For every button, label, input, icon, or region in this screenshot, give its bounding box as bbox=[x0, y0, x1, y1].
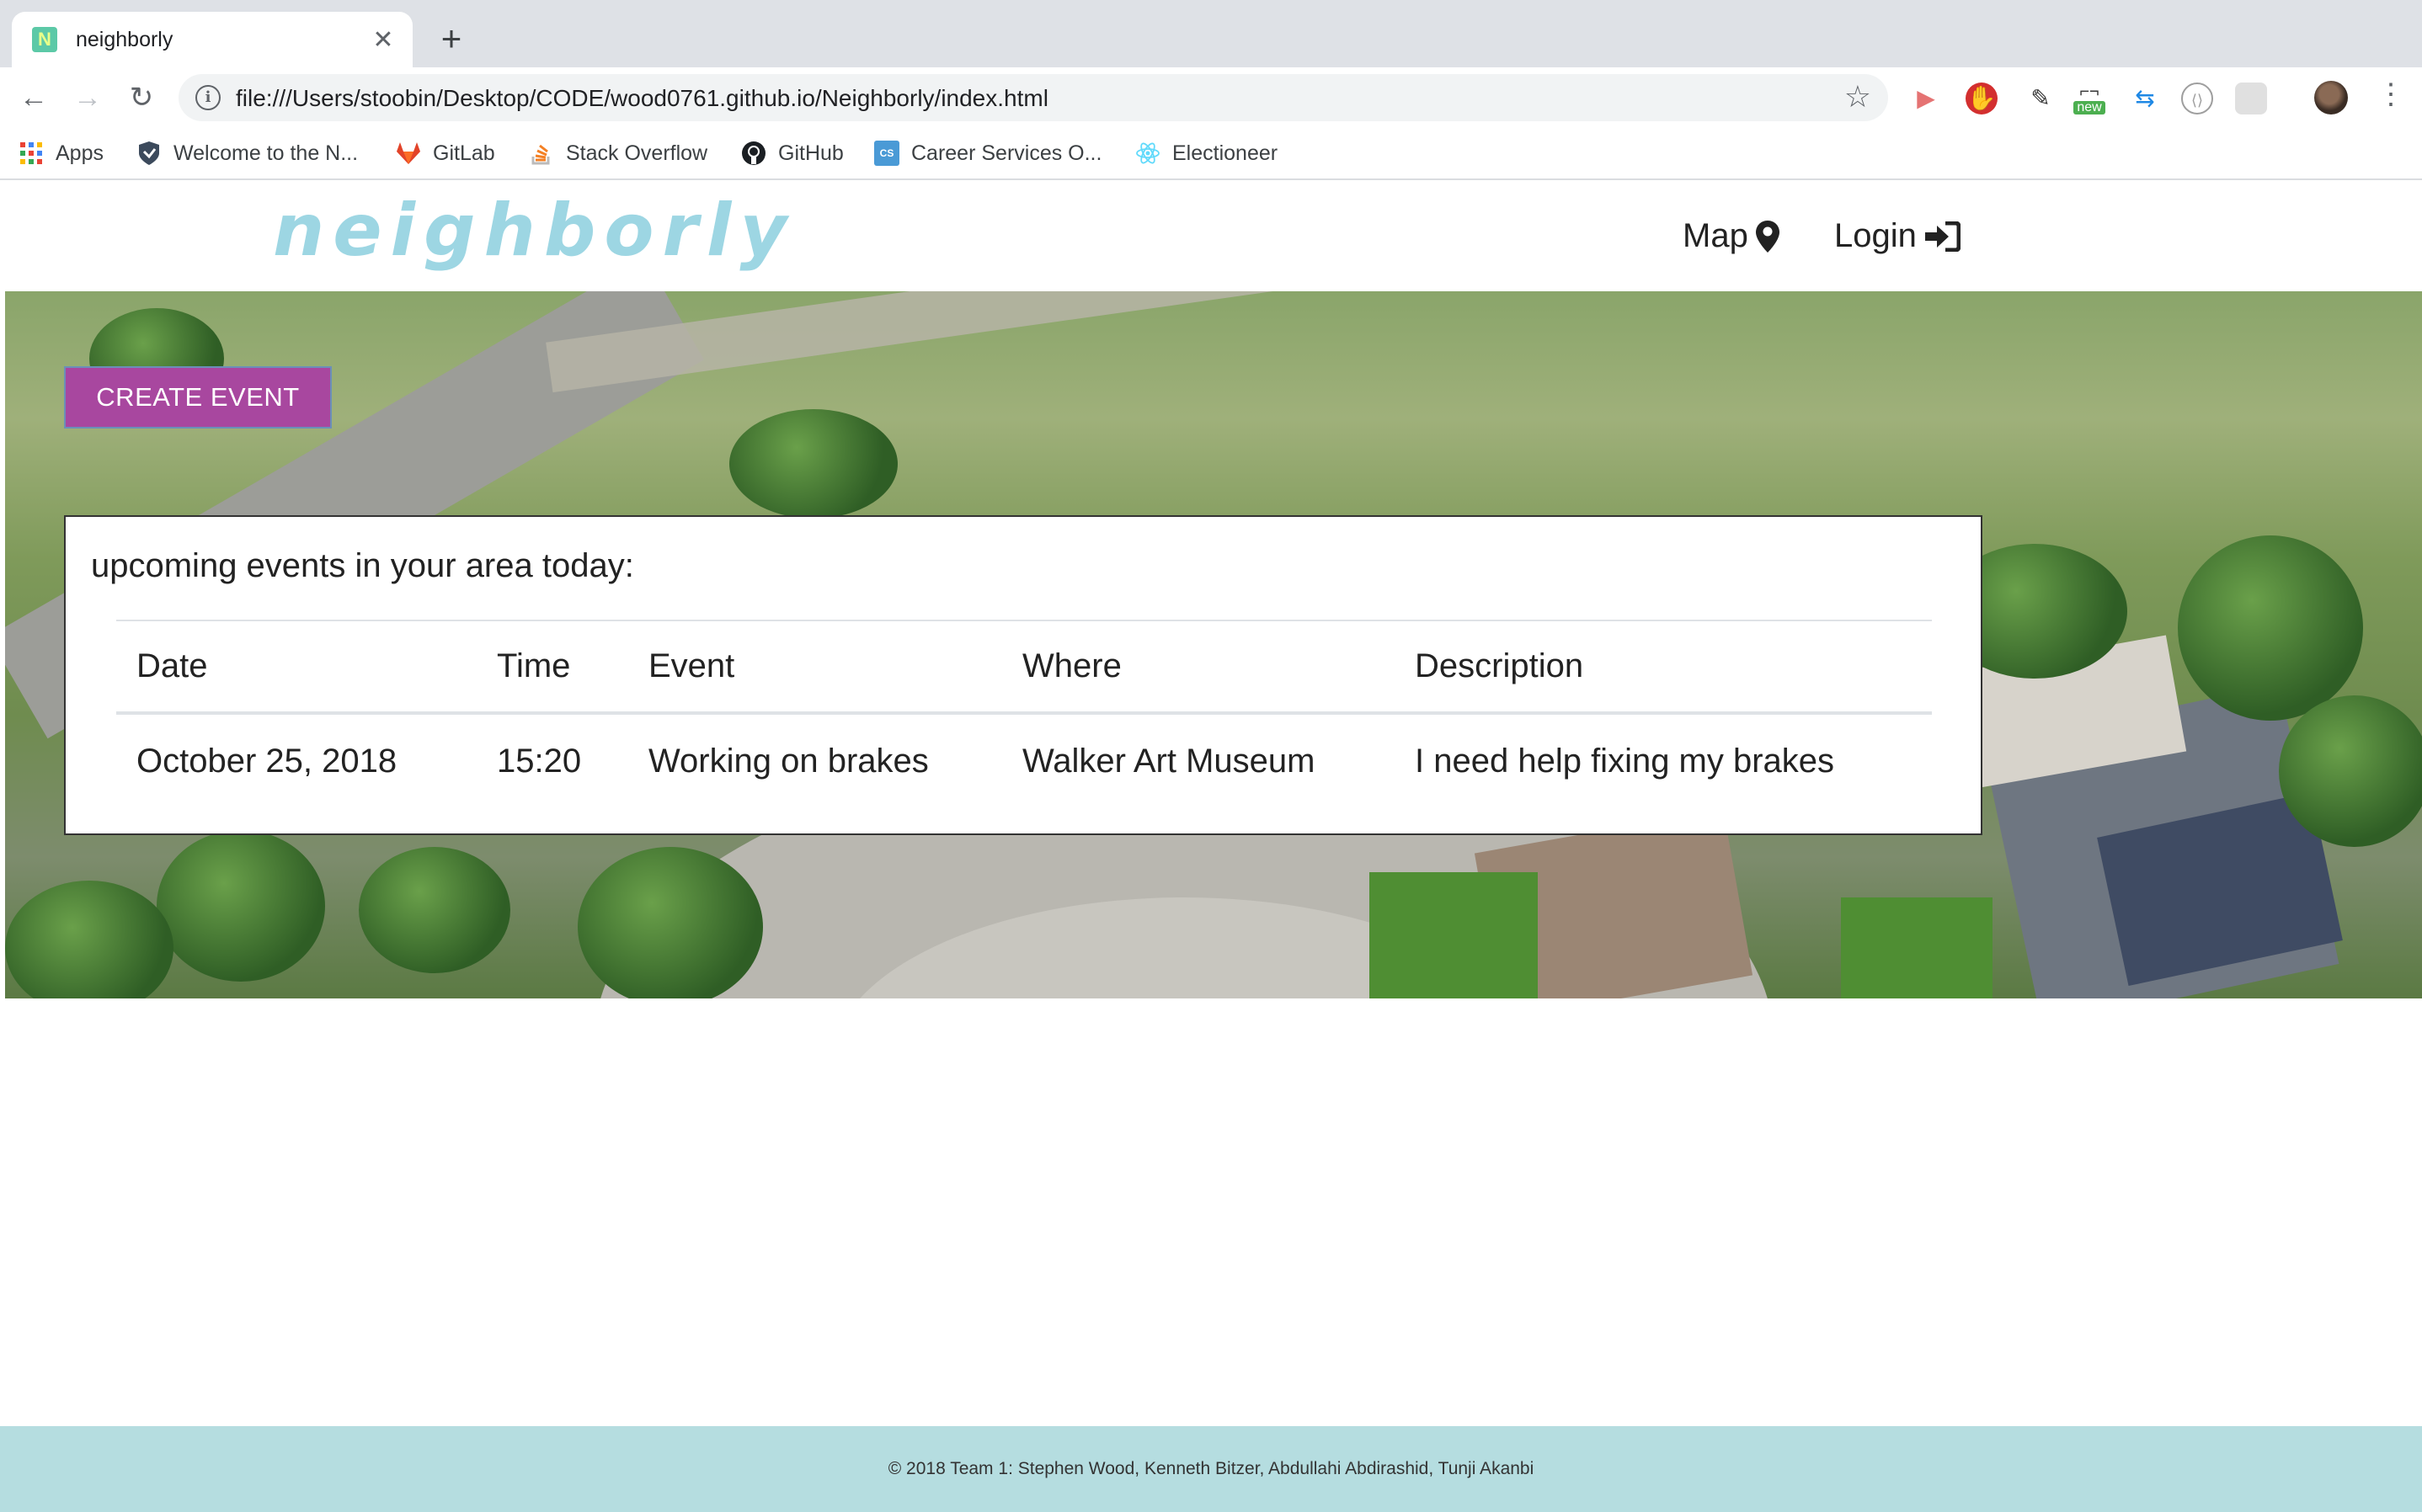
shield-icon bbox=[136, 141, 162, 166]
nav-map-label: Map bbox=[1683, 217, 1748, 254]
browser-toolbar: ← → ↻ i file:///Users/stoobin/Desktop/CO… bbox=[0, 67, 2422, 128]
extension-eyedropper-icon[interactable]: ✎ bbox=[2025, 83, 2057, 114]
url-text[interactable]: file:///Users/stoobin/Desktop/CODE/wood0… bbox=[236, 85, 1048, 112]
bookmark-label: Apps bbox=[56, 141, 104, 165]
forward-button[interactable]: → bbox=[69, 79, 106, 116]
gitlab-icon bbox=[396, 141, 421, 166]
column-header-where: Where bbox=[1002, 620, 1395, 715]
bookmark-gitlab[interactable]: GitLab bbox=[396, 136, 495, 170]
events-panel: upcoming events in your area today: Date… bbox=[64, 515, 1982, 835]
table-row[interactable]: October 25, 2018 15:20 Working on brakes… bbox=[116, 713, 1932, 807]
extension-code-icon[interactable]: ⟨⟩ bbox=[2181, 83, 2213, 114]
bookmark-label: Career Services O... bbox=[911, 141, 1102, 165]
back-button[interactable]: ← bbox=[15, 79, 52, 116]
column-header-event: Event bbox=[628, 620, 1002, 715]
column-header-description: Description bbox=[1395, 620, 1932, 715]
event-time: 15:20 bbox=[497, 742, 582, 780]
nav-login-label: Login bbox=[1834, 217, 1917, 254]
bookmark-stackoverflow[interactable]: Stack Overflow bbox=[529, 136, 707, 170]
sign-in-icon bbox=[1924, 221, 1961, 252]
extension-new-badge: new bbox=[2073, 101, 2105, 114]
map-marker-icon bbox=[1755, 220, 1779, 253]
extension-transfer-icon[interactable]: ⇆ bbox=[2129, 83, 2161, 114]
apps-grid-icon bbox=[19, 141, 44, 166]
bookmark-label: Electioneer bbox=[1172, 141, 1278, 165]
bookmark-label: GitHub bbox=[778, 141, 844, 165]
nav-map-link[interactable]: Map bbox=[1683, 217, 1780, 255]
bookmark-welcome[interactable]: Welcome to the N... bbox=[136, 136, 358, 170]
site-info-icon[interactable]: i bbox=[195, 85, 221, 110]
browser-menu-icon[interactable]: ⋮ bbox=[2377, 77, 2405, 111]
events-heading: upcoming events in your area today: bbox=[91, 547, 634, 584]
stackoverflow-icon bbox=[529, 141, 554, 166]
site-footer: © 2018 Team 1: Stephen Wood, Kenneth Bit… bbox=[0, 1426, 2422, 1512]
react-icon bbox=[1135, 141, 1160, 166]
close-tab-icon[interactable]: ✕ bbox=[369, 25, 397, 55]
bookmark-star-icon[interactable]: ☆ bbox=[1844, 79, 1871, 114]
event-description: I need help fixing my brakes bbox=[1415, 742, 1835, 780]
bookmark-apps[interactable]: Apps bbox=[19, 136, 104, 170]
column-header-time: Time bbox=[477, 620, 628, 715]
extension-new-icon[interactable]: ⌐¬ new bbox=[2073, 83, 2105, 114]
bookmark-career-services[interactable]: CS Career Services O... bbox=[874, 136, 1102, 170]
site-logo[interactable]: neighborly bbox=[273, 189, 795, 273]
browser-tab[interactable]: N neighborly ✕ bbox=[12, 12, 413, 67]
bookmark-label: Welcome to the N... bbox=[173, 141, 359, 165]
nav-login-link[interactable]: Login bbox=[1834, 217, 1961, 255]
bookmark-github[interactable]: GitHub bbox=[741, 136, 844, 170]
new-tab-button[interactable]: + bbox=[435, 15, 468, 62]
create-event-button[interactable]: CREATE EVENT bbox=[64, 366, 332, 429]
column-header-date: Date bbox=[116, 620, 477, 715]
address-bar[interactable]: i file:///Users/stoobin/Desktop/CODE/woo… bbox=[179, 74, 1888, 121]
site-favicon-icon: N bbox=[32, 27, 57, 52]
bookmark-electioneer[interactable]: Electioneer bbox=[1135, 136, 1278, 170]
bookmarks-bar: Apps Welcome to the N... GitLab Stack Ov… bbox=[0, 128, 2422, 180]
tab-title: neighborly bbox=[76, 27, 173, 51]
events-table: Date Time Event Where Description Octobe… bbox=[116, 620, 1932, 807]
profile-avatar[interactable] bbox=[2314, 81, 2348, 114]
extension-grey-icon[interactable] bbox=[2235, 83, 2267, 114]
reload-button[interactable]: ↻ bbox=[123, 79, 160, 116]
bookmark-label: GitLab bbox=[433, 141, 495, 165]
event-date: October 25, 2018 bbox=[136, 742, 397, 780]
event-location: Walker Art Museum bbox=[1022, 742, 1315, 780]
bookmark-label: Stack Overflow bbox=[566, 141, 708, 165]
event-name: Working on brakes bbox=[648, 742, 929, 780]
browser-tab-strip: N neighborly ✕ + bbox=[0, 0, 2422, 67]
github-icon bbox=[741, 141, 766, 166]
extension-adblock-icon[interactable]: ✋ bbox=[1966, 83, 1998, 114]
site-header: neighborly Map Login bbox=[0, 182, 2422, 291]
table-header-row: Date Time Event Where Description bbox=[116, 620, 1932, 715]
extension-cast-icon[interactable]: ▶ bbox=[1910, 83, 1942, 114]
cs-icon: CS bbox=[874, 141, 899, 166]
